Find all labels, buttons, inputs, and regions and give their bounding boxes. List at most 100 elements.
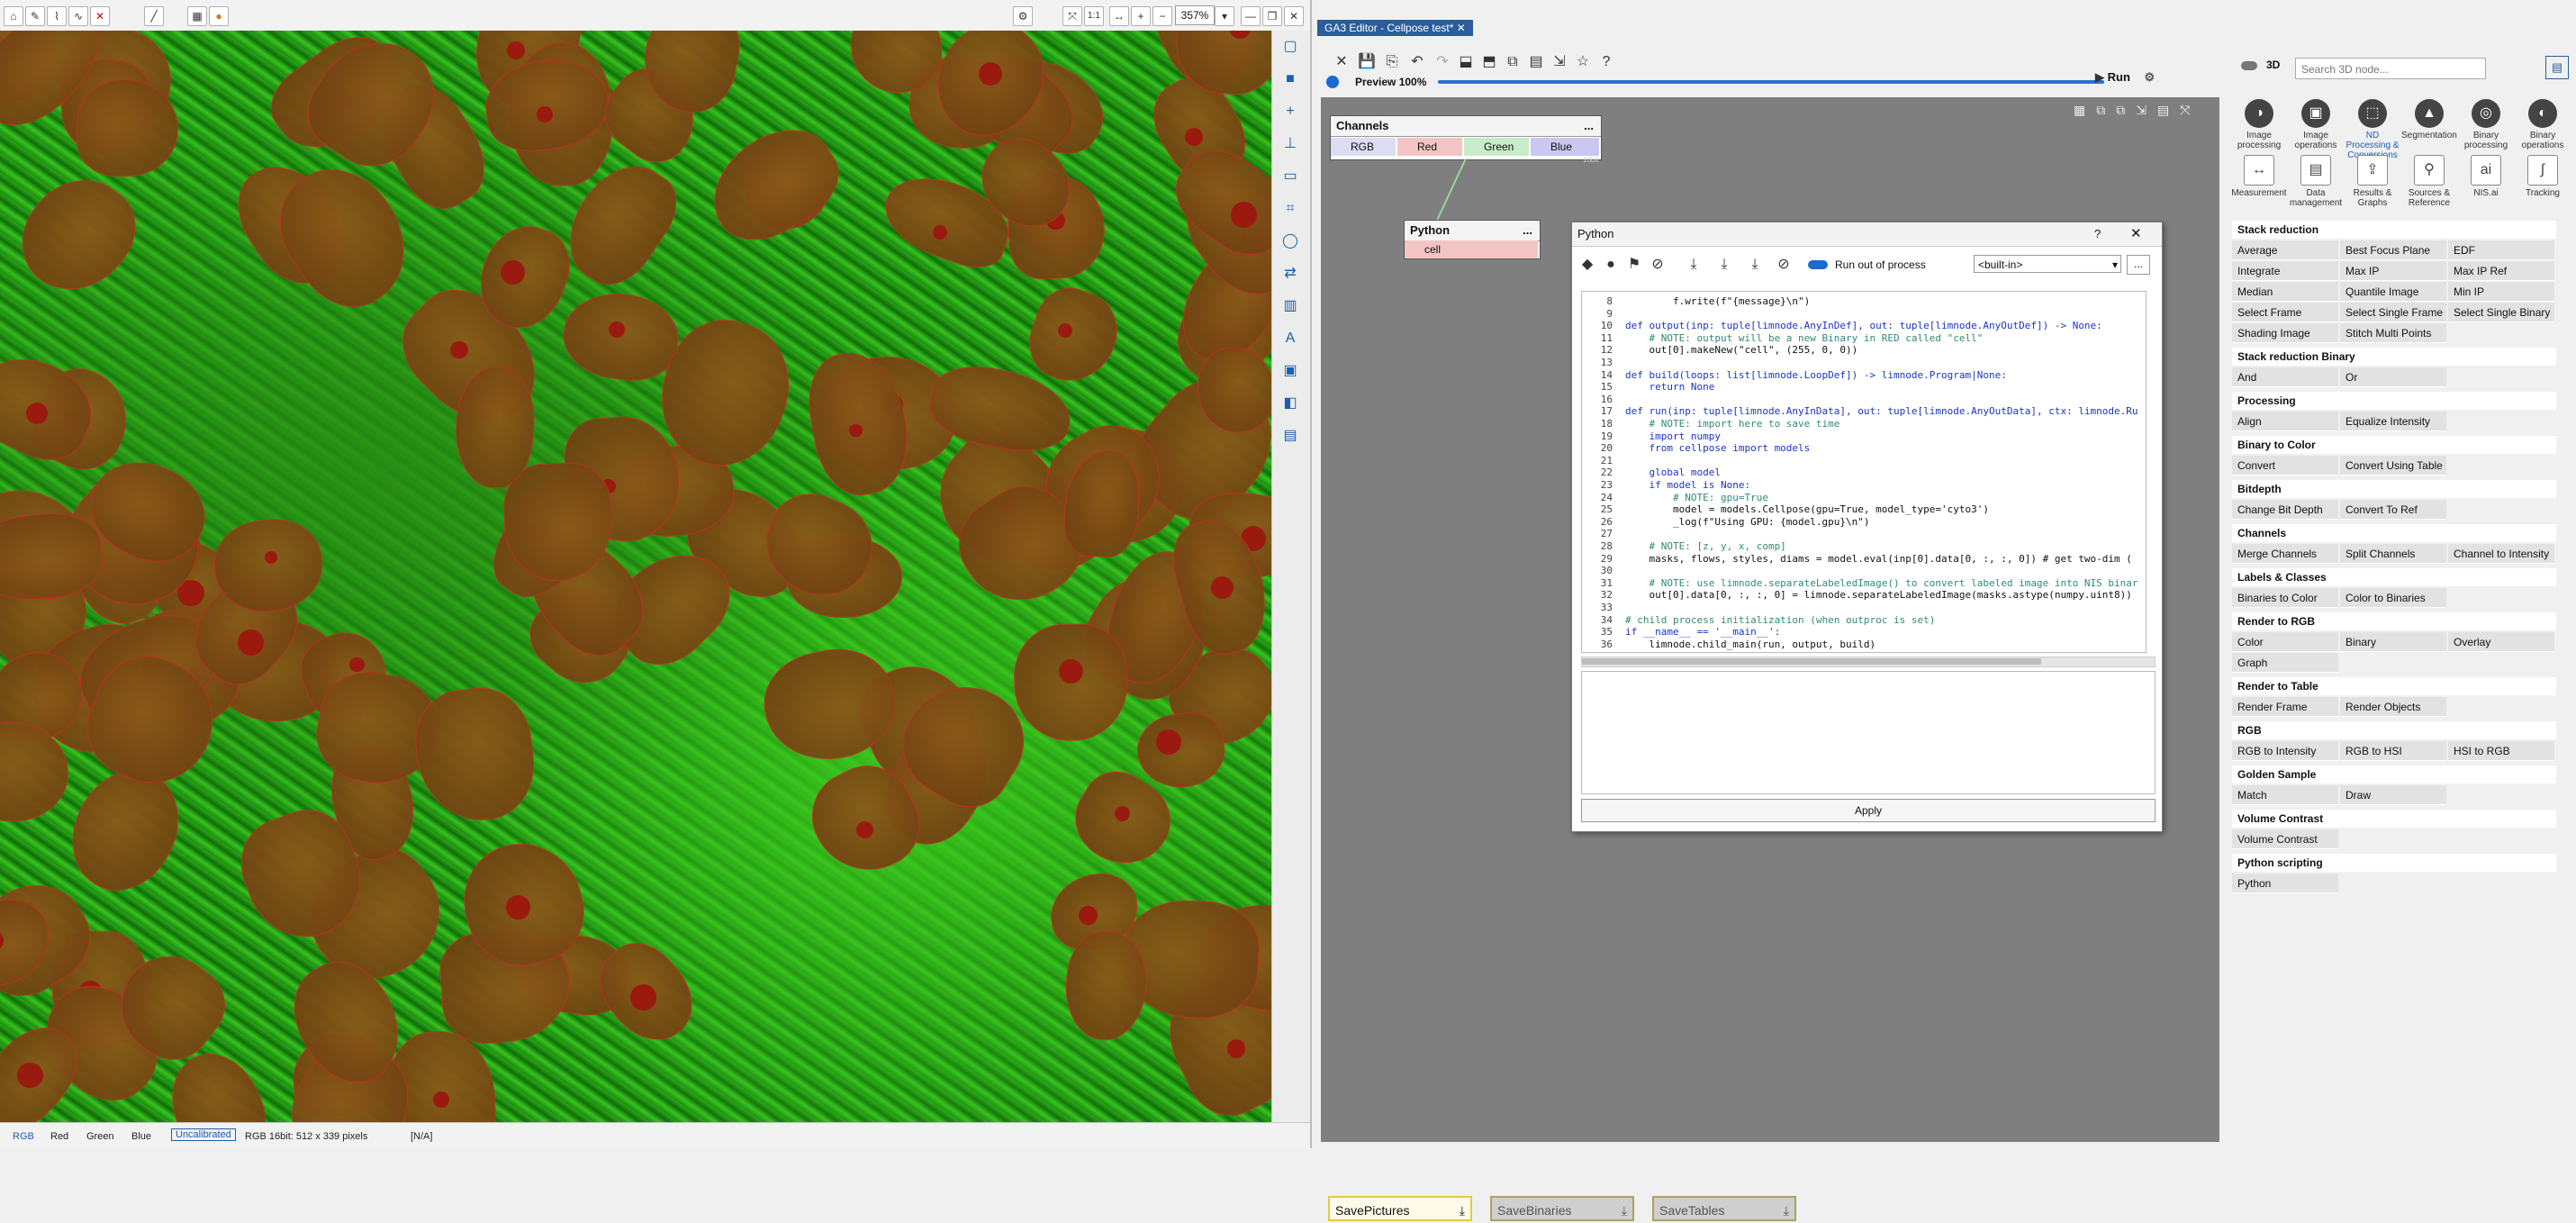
star-icon[interactable]: ☆ xyxy=(1573,52,1593,72)
library-node-item[interactable]: Select Frame xyxy=(2232,303,2338,322)
add-input-icon[interactable]: ⤓ xyxy=(1684,255,1704,275)
library-category-segmentation[interactable]: ▲ Segmentation xyxy=(2400,99,2458,140)
library-node-item[interactable]: Stitch Multi Points xyxy=(2340,323,2446,343)
horizontal-scrollbar[interactable] xyxy=(1581,657,2156,667)
library-node-item[interactable]: Change Bit Depth xyxy=(2232,500,2338,520)
library-node-item[interactable]: Color to Binaries xyxy=(2340,588,2446,608)
library-node-item[interactable]: Split Channels xyxy=(2340,544,2446,564)
channels-node[interactable]: Channels... RGB Red Green Blue 16bit xyxy=(1330,115,1602,164)
library-category-binary-operations[interactable]: ◐ Binary operations xyxy=(2514,99,2571,150)
library-node-item[interactable]: Channel to Intensity xyxy=(2448,544,2554,564)
library-node-item[interactable]: Convert To Ref xyxy=(2340,500,2446,520)
fit-width-icon[interactable]: ↔ xyxy=(1109,6,1129,26)
close-icon[interactable]: ✕ xyxy=(1284,6,1304,26)
library-node-item[interactable]: And xyxy=(2232,367,2338,387)
export-icon[interactable]: ⇲ xyxy=(1550,52,1569,72)
line-tool-icon[interactable]: ╱ xyxy=(144,6,164,26)
library-node-item[interactable]: Select Single Binary xyxy=(2448,303,2554,322)
channel-rgb[interactable]: RGB xyxy=(1331,138,1396,156)
minimize-icon[interactable]: — xyxy=(1241,6,1261,26)
canvas-tools[interactable]: ▦⧉⧉⇲▤⤧ xyxy=(2074,103,2209,121)
toggle-3d[interactable] xyxy=(2241,61,2257,70)
text-icon[interactable]: A xyxy=(1281,330,1299,348)
library-node-item[interactable]: Overlay xyxy=(2448,632,2554,652)
chevron-down-icon[interactable]: ▾ xyxy=(1215,6,1234,26)
mask-icon[interactable]: ▥ xyxy=(1281,297,1299,315)
remove-icon[interactable]: ⊘ xyxy=(1648,255,1668,275)
ratio-button[interactable]: 1:1 xyxy=(1084,6,1104,26)
search-3d-input[interactable]: Search 3D node... xyxy=(2295,58,2486,79)
library-node-item[interactable]: EDF xyxy=(2448,240,2554,260)
logo-icon[interactable]: ⌂ xyxy=(4,6,23,26)
save-icon[interactable]: 💾 xyxy=(1357,52,1377,72)
node-b-icon[interactable]: ⬒ xyxy=(1479,52,1499,72)
help-button[interactable]: ? xyxy=(2094,222,2101,246)
add-param-icon[interactable]: ⤓ xyxy=(1745,255,1765,275)
zoom-select[interactable]: 357% xyxy=(1175,5,1215,25)
library-node-item[interactable]: Quantile Image xyxy=(2340,282,2446,302)
library-node-item[interactable]: Convert xyxy=(2232,456,2338,476)
library-node-item[interactable]: Or xyxy=(2340,367,2446,387)
node-menu[interactable]: ... xyxy=(1523,221,1532,240)
library-node-item[interactable]: Render Objects xyxy=(2340,697,2446,717)
run-out-toggle[interactable] xyxy=(1808,260,1828,269)
library-category-measurement[interactable]: ↔ Measurement xyxy=(2230,155,2288,198)
roi-icon[interactable]: ▭ xyxy=(1281,168,1299,186)
add-output-icon[interactable]: ⤓ xyxy=(1714,255,1734,275)
library-category-binary-processing[interactable]: ◎ Binary processing xyxy=(2457,99,2515,150)
ellipse-icon[interactable]: ◯ xyxy=(1281,232,1299,250)
library-category-sources-reference[interactable]: ⚲ Sources & Reference xyxy=(2400,155,2458,208)
library-node-item[interactable]: Merge Channels xyxy=(2232,544,2338,564)
library-node-item[interactable]: Graph xyxy=(2232,653,2338,673)
save-pictures-node[interactable]: SavePictures ⤓ xyxy=(1328,1196,1472,1221)
download-icon[interactable]: ⤓ xyxy=(1784,1198,1789,1223)
channel-blue[interactable]: Blue xyxy=(131,1131,151,1142)
library-node-item[interactable]: Python xyxy=(2232,874,2338,893)
zoom-in-icon[interactable]: + xyxy=(1131,6,1151,26)
document-icon[interactable]: ▤ xyxy=(1526,52,1546,72)
library-node-item[interactable]: Volume Contrast xyxy=(2232,829,2338,849)
microscopy-image[interactable] xyxy=(0,31,1271,1122)
calibration-badge[interactable]: Uncalibrated xyxy=(171,1128,236,1141)
library-node-item[interactable]: Render Frame xyxy=(2232,697,2338,717)
channel-red[interactable]: Red xyxy=(1397,138,1462,156)
scale-icon[interactable]: ▤ xyxy=(1281,427,1299,445)
output-cell[interactable]: cell xyxy=(1405,240,1538,258)
library-node-item[interactable]: Draw xyxy=(2340,785,2446,805)
close-icon[interactable]: ✕ xyxy=(1457,22,1466,34)
preview-toggle[interactable] xyxy=(1326,76,1339,88)
restore-icon[interactable]: ❐ xyxy=(1262,6,1282,26)
arrows-icon[interactable]: ⇄ xyxy=(1281,265,1299,283)
node-c-icon[interactable]: ⧉ xyxy=(1503,52,1523,72)
overlay-icon[interactable]: ◧ xyxy=(1281,394,1299,412)
color-icon[interactable]: ● xyxy=(209,6,229,26)
library-node-item[interactable]: Best Focus Plane xyxy=(2340,240,2446,260)
library-node-item[interactable]: Shading Image xyxy=(2232,323,2338,343)
library-node-item[interactable]: Binaries to Color xyxy=(2232,588,2338,608)
close-button[interactable]: ✕ xyxy=(2130,222,2142,246)
close-graph-icon[interactable]: ✕ xyxy=(1332,52,1351,72)
library-node-item[interactable]: Min IP xyxy=(2448,282,2554,302)
browse-button[interactable]: ... xyxy=(2127,255,2150,275)
interpreter-select[interactable]: <built-in> ▾ xyxy=(1974,255,2121,273)
library-node-item[interactable]: RGB to Intensity xyxy=(2232,741,2338,761)
layout-icon[interactable]: ▦ xyxy=(187,6,207,26)
delete-icon[interactable]: ✕ xyxy=(90,6,110,26)
output-log[interactable] xyxy=(1581,671,2156,794)
fit-icon[interactable]: ⤧ xyxy=(1062,6,1082,26)
library-node-item[interactable]: Align xyxy=(2232,412,2338,431)
save-as-icon[interactable]: ⎘ xyxy=(1382,52,1402,72)
library-node-item[interactable]: Select Single Frame xyxy=(2340,303,2446,322)
circle-icon[interactable]: ● xyxy=(1601,255,1621,275)
crop-icon[interactable]: ⌗ xyxy=(1281,200,1299,218)
library-category-tracking[interactable]: ∫ Tracking xyxy=(2514,155,2571,198)
library-category-image-operations[interactable]: ▣ Image operations xyxy=(2287,99,2345,150)
redo-icon[interactable]: ↷ xyxy=(1433,52,1452,72)
remove-param-icon[interactable]: ⊘ xyxy=(1774,255,1794,275)
download-icon[interactable]: ⤓ xyxy=(1460,1198,1465,1223)
code-editor[interactable]: 8 f.write(f"{message}\n") 9 10 def output(i… xyxy=(1581,291,2147,653)
wave-icon[interactable]: ∿ xyxy=(68,6,88,26)
select-icon[interactable]: ▢ xyxy=(1281,38,1299,56)
node-menu[interactable]: ... xyxy=(1584,116,1594,136)
apply-button[interactable]: Apply xyxy=(1581,799,2156,822)
